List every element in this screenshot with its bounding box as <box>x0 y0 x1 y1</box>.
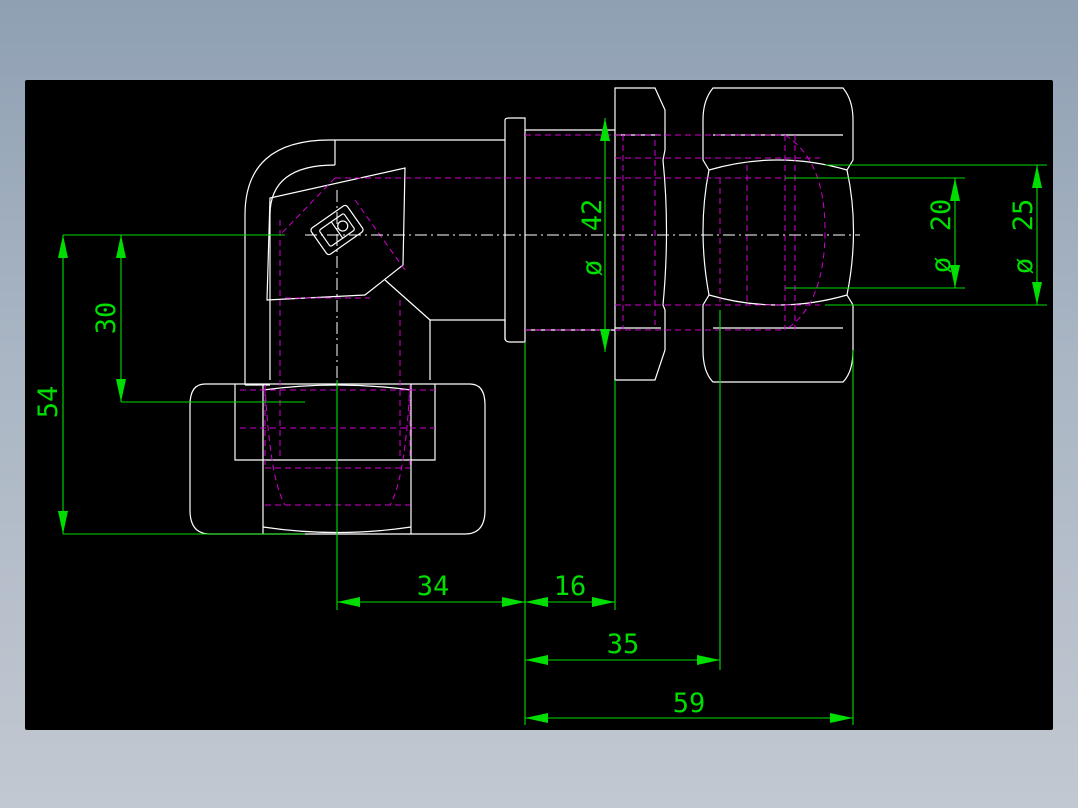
dim-54-label: 54 <box>33 386 64 419</box>
part-outline <box>189 87 855 535</box>
dimension-lines <box>58 118 1047 725</box>
dim-35-label: 35 <box>607 629 640 660</box>
dim-59-label: 59 <box>673 688 706 719</box>
dim-30-label: 30 <box>91 302 122 335</box>
dim-34-label: 34 <box>417 571 450 602</box>
dim-16-label: 16 <box>554 571 587 602</box>
dim-42-label: 42 <box>577 199 608 232</box>
cad-viewport[interactable]: 54 30 34 16 35 59 42 ø 20 ø 25 ø <box>25 80 1053 730</box>
dim-20-label: 20 <box>926 199 957 232</box>
dim-25-dia-symbol: ø <box>1008 258 1039 274</box>
elbow-fitting-drawing: 54 30 34 16 35 59 42 ø 20 ø 25 ø <box>33 87 1047 725</box>
dim-25-label: 25 <box>1008 199 1039 232</box>
dim-42-dia-symbol: ø <box>577 260 608 276</box>
dim-20-dia-symbol: ø <box>926 257 957 273</box>
hidden-lines <box>240 134 826 535</box>
